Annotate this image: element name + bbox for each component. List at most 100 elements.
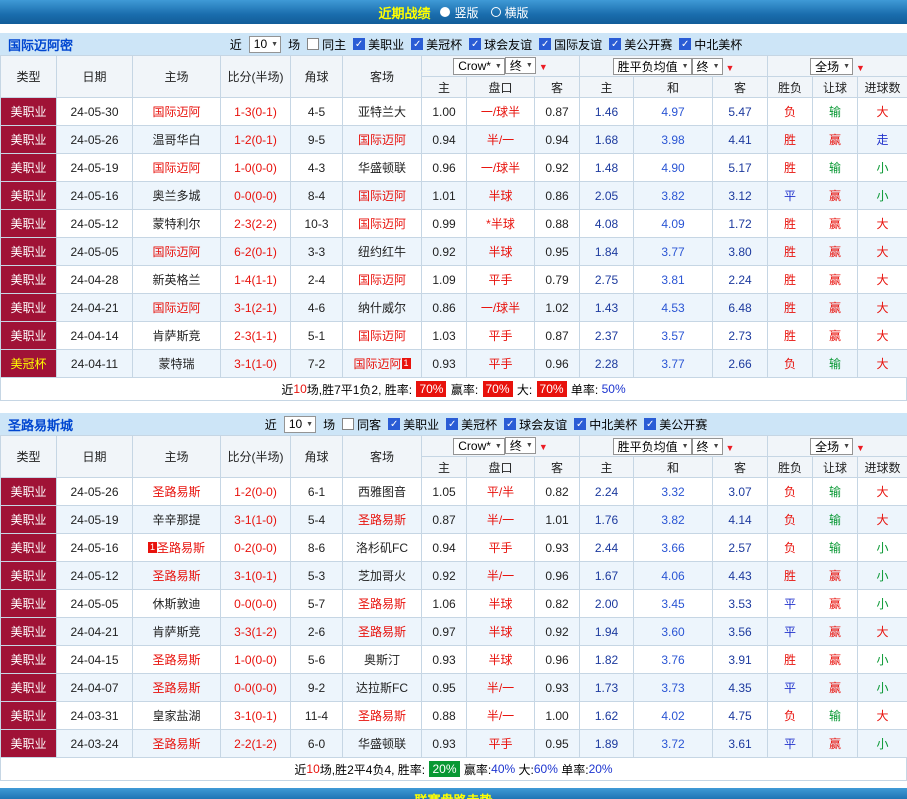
- sort-arrow-icon[interactable]: ▼: [539, 442, 548, 452]
- eu-away-odds: 5.47: [713, 98, 768, 126]
- team-name: 国际迈阿: [152, 105, 200, 119]
- recent-count-select[interactable]: 10▼: [284, 416, 316, 433]
- league-filter[interactable]: ✓球会友谊: [504, 416, 567, 433]
- corners-cell: 4-6: [291, 294, 343, 322]
- league-filter[interactable]: ✓中北美杯: [679, 36, 742, 53]
- league-filter[interactable]: ✓美冠杯: [446, 416, 497, 433]
- corners-cell: 8-6: [291, 534, 343, 562]
- same-venue-filter[interactable]: 同客: [342, 416, 381, 433]
- odds-stage-select[interactable]: 终▼: [505, 57, 536, 74]
- goals-result-cell: 小: [858, 534, 907, 562]
- ah-away-odds: 0.92: [535, 618, 580, 646]
- eu-draw-odds: 3.82: [634, 182, 713, 210]
- summary-row: 近10场,胜2平4负4, 胜率: 20% 赢率:40% 大:60% 单率:20%: [0, 758, 907, 781]
- league-filter[interactable]: ✓美公开赛: [609, 36, 672, 53]
- result-cell: 平: [768, 618, 813, 646]
- score-cell: 3-1(1-0): [221, 506, 291, 534]
- bookmaker-select[interactable]: Crow*▼: [453, 438, 505, 455]
- odds-type-select[interactable]: 胜平负均值▼: [613, 438, 692, 455]
- col-header: 客场: [343, 436, 422, 478]
- team-name: 圣路易斯: [358, 625, 406, 639]
- select-value: 终: [697, 438, 709, 455]
- summary-part: 70%: [537, 381, 567, 397]
- league-filter[interactable]: ✓美职业: [388, 416, 439, 433]
- sort-arrow-icon[interactable]: ▼: [539, 62, 548, 72]
- eu-away-odds: 3.07: [713, 478, 768, 506]
- dropdown-arrow-icon: ▼: [843, 63, 850, 70]
- view-option[interactable]: 竖版: [440, 4, 478, 21]
- view-option[interactable]: 横版: [491, 4, 529, 21]
- odds-stage-select[interactable]: 终▼: [505, 437, 536, 454]
- odds-stage-select[interactable]: 终▼: [692, 58, 723, 75]
- team-name-title: 圣路易斯城: [8, 415, 73, 434]
- goals-result-cell: 小: [858, 646, 907, 674]
- view-option-label: 横版: [505, 4, 529, 21]
- odds-group-header: 胜平负均值▼终▼▼: [580, 56, 768, 77]
- home-team-cell: 温哥华白: [133, 126, 221, 154]
- table-row: 美职业24-03-24圣路易斯2-2(1-2)6-0华盛顿联0.93平手0.95…: [1, 730, 907, 758]
- header-row: 类型日期主场比分(半场)角球客场Crow*▼终▼▼胜平负均值▼终▼▼全场▼▼: [1, 56, 907, 77]
- bottom-bar-clipped: 联赛盘路走势: [0, 788, 907, 799]
- bottom-bar-title: 联赛盘路走势: [414, 790, 492, 799]
- league-filter[interactable]: ✓美公开赛: [644, 416, 707, 433]
- dropdown-arrow-icon: ▼: [306, 421, 313, 428]
- ah-home-odds: 0.88: [422, 702, 467, 730]
- ah-handicap: 平手: [467, 350, 535, 378]
- sort-arrow-icon[interactable]: ▼: [726, 443, 735, 453]
- home-team-cell: 国际迈阿: [133, 238, 221, 266]
- ah-handicap: 一/球半: [467, 294, 535, 322]
- odds-stage-select[interactable]: 终▼: [692, 438, 723, 455]
- date-cell: 24-04-14: [57, 322, 133, 350]
- handicap-result-cell: 赢: [813, 210, 858, 238]
- odds-type-select[interactable]: 胜平负均值▼: [613, 58, 692, 75]
- goals-result-cell: 大: [858, 266, 907, 294]
- view-options: 竖版 横版: [440, 4, 528, 21]
- ah-handicap: 半/一: [467, 506, 535, 534]
- handicap-result-cell: 输: [813, 154, 858, 182]
- eu-home-odds: 1.46: [580, 98, 634, 126]
- league-filter[interactable]: ✓中北美杯: [574, 416, 637, 433]
- summary-part: 赢率:: [461, 761, 492, 778]
- league-filter[interactable]: ✓国际友谊: [539, 36, 602, 53]
- sort-arrow-icon[interactable]: ▼: [856, 443, 865, 453]
- eu-away-odds: 4.75: [713, 702, 768, 730]
- rank-badge: 1: [148, 542, 157, 553]
- away-team-cell: 达拉斯FC: [343, 674, 422, 702]
- away-team-cell: 纳什威尔: [343, 294, 422, 322]
- eu-draw-odds: 4.09: [634, 210, 713, 238]
- sort-arrow-icon[interactable]: ▼: [726, 63, 735, 73]
- result-cell: 胜: [768, 126, 813, 154]
- goals-result-cell: 小: [858, 182, 907, 210]
- period-select[interactable]: 全场▼: [810, 438, 853, 455]
- ah-handicap: 平/半: [467, 478, 535, 506]
- section-header: 圣路易斯城近10▼场同客✓美职业✓美冠杯✓球会友谊✓中北美杯✓美公开赛: [0, 413, 907, 435]
- away-team-cell: 洛杉矶FC: [343, 534, 422, 562]
- bookmaker-select[interactable]: Crow*▼: [453, 58, 505, 75]
- team-name: 华盛顿联: [358, 737, 406, 751]
- ah-away-odds: 0.87: [535, 322, 580, 350]
- summary-part: 20%: [589, 762, 613, 776]
- corners-cell: 5-7: [291, 590, 343, 618]
- same-venue-filter[interactable]: 同主: [307, 36, 346, 53]
- summary-part: 大:: [514, 381, 536, 398]
- league-filter[interactable]: ✓球会友谊: [469, 36, 532, 53]
- select-value: Crow*: [458, 439, 491, 453]
- period-select[interactable]: 全场▼: [810, 58, 853, 75]
- handicap-result-cell: 输: [813, 478, 858, 506]
- result-cell: 负: [768, 478, 813, 506]
- league-filter[interactable]: ✓美职业: [353, 36, 404, 53]
- result-cell: 胜: [768, 294, 813, 322]
- corners-cell: 4-5: [291, 98, 343, 126]
- corners-cell: 5-4: [291, 506, 343, 534]
- sort-arrow-icon[interactable]: ▼: [856, 63, 865, 73]
- league-cell: 美职业: [1, 266, 57, 294]
- handicap-result-cell: 赢: [813, 562, 858, 590]
- team-name: 奥兰多城: [152, 189, 200, 203]
- recent-count-select[interactable]: 10▼: [249, 36, 281, 53]
- sub-col-header: 盘口: [467, 457, 535, 478]
- league-filter[interactable]: ✓美冠杯: [411, 36, 462, 53]
- col-header: 主场: [133, 436, 221, 478]
- table-row: 美职业24-05-05国际迈阿6-2(0-1)3-3纽约红牛0.92半球0.95…: [1, 238, 907, 266]
- handicap-result-cell: 赢: [813, 590, 858, 618]
- league-cell: 美职业: [1, 590, 57, 618]
